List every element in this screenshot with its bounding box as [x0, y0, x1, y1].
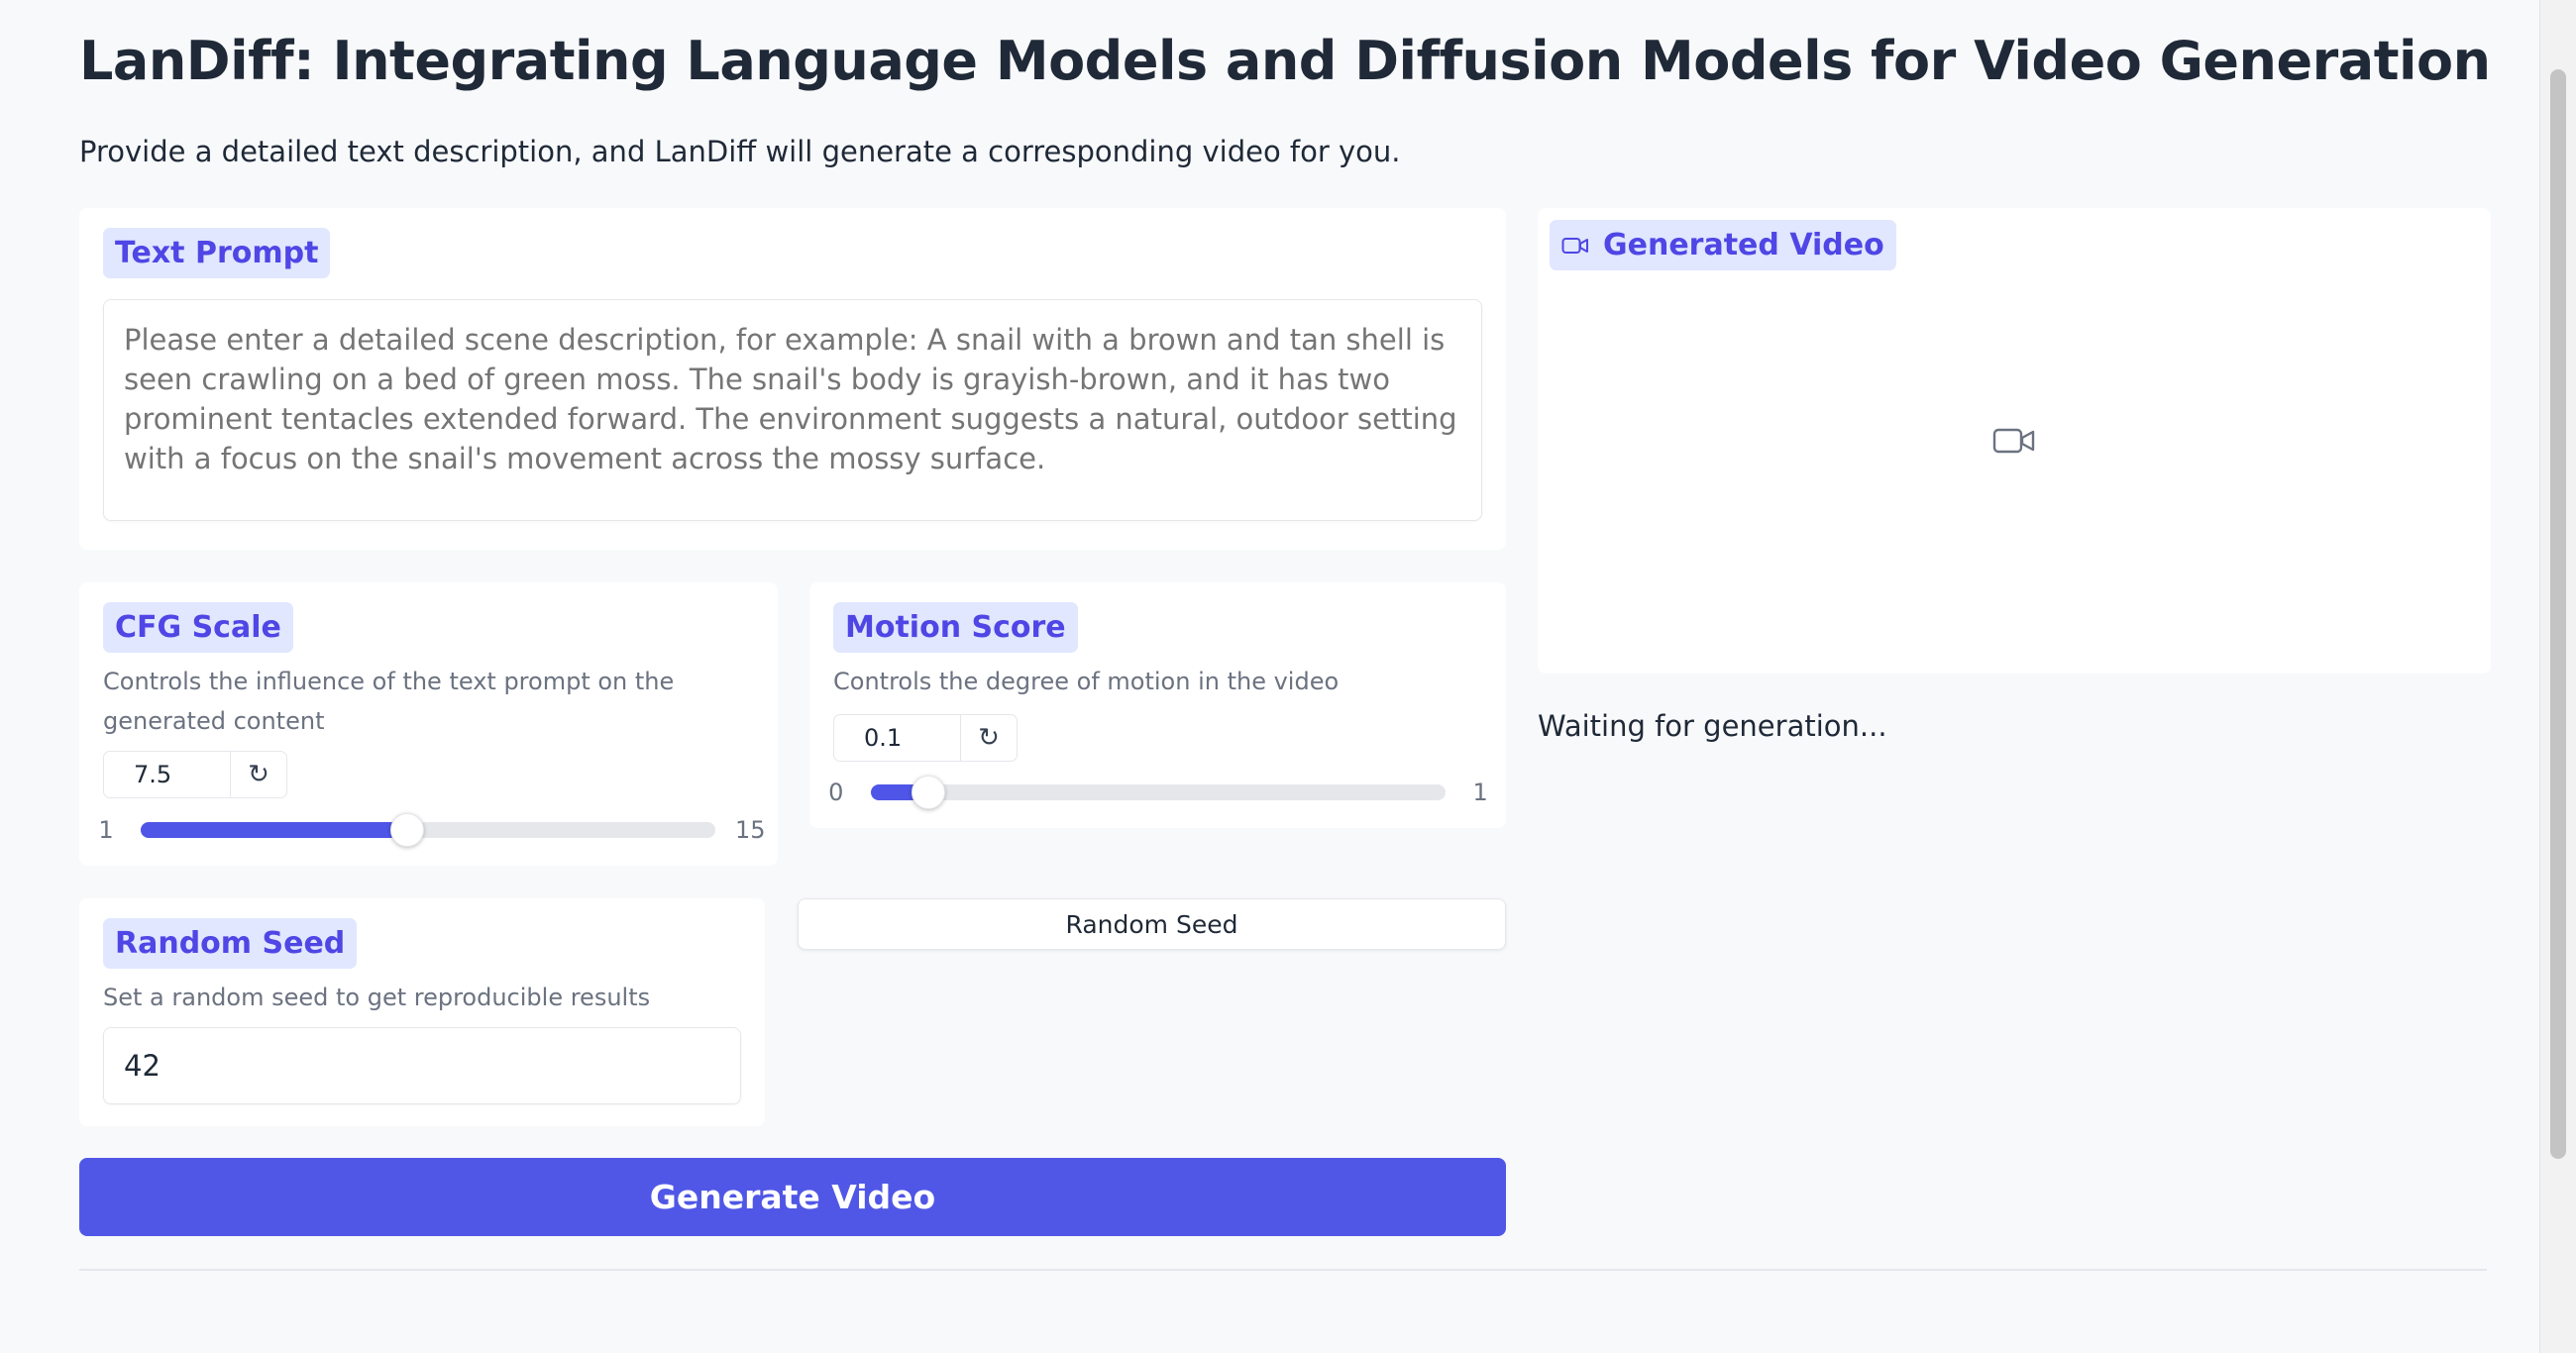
cfg-scale-slider-fill: [141, 822, 408, 838]
cfg-scale-label: CFG Scale: [103, 602, 293, 653]
page-subtitle: Provide a detailed text description, and…: [79, 135, 1401, 168]
cfg-scale-slider-track[interactable]: [141, 813, 715, 847]
cfg-scale-min-label: 1: [98, 816, 114, 844]
generated-video-label-chip: Generated Video: [1550, 220, 1896, 270]
reset-arrow-icon: ↻: [248, 760, 269, 789]
motion-score-number-box: 0.1 ↻: [833, 714, 1018, 762]
motion-score-number-input[interactable]: 0.1: [834, 715, 961, 761]
video-camera-icon: [1992, 428, 2035, 454]
generated-video-panel: Generated Video: [1538, 208, 2491, 674]
text-prompt-input[interactable]: [103, 299, 1482, 521]
motion-score-min-label: 0: [828, 779, 844, 806]
page-scrollbar[interactable]: [2539, 0, 2576, 1353]
page: LanDiff: Integrating Language Models and…: [0, 0, 2576, 1353]
cfg-scale-panel: CFG Scale Controls the influence of the …: [79, 582, 778, 866]
motion-score-max-label: 1: [1472, 779, 1488, 806]
cfg-scale-slider-row: 1 15: [91, 810, 766, 850]
text-prompt-panel: Text Prompt: [79, 208, 1506, 550]
footer-divider: [79, 1269, 2487, 1271]
cfg-scale-slider-thumb[interactable]: [390, 813, 425, 847]
page-title: LanDiff: Integrating Language Models and…: [79, 30, 2491, 92]
random-seed-info: Set a random seed to get reproducible re…: [103, 984, 651, 1011]
generated-video-label: Generated Video: [1603, 228, 1884, 262]
reset-arrow-icon: ↻: [978, 723, 1000, 753]
video-camera-icon: [1561, 237, 1588, 254]
random-seed-input[interactable]: 42: [103, 1027, 741, 1104]
random-seed-panel: Random Seed Set a random seed to get rep…: [79, 898, 765, 1126]
cfg-scale-reset-button[interactable]: ↻: [231, 752, 286, 797]
random-seed-label: Random Seed: [103, 918, 358, 969]
motion-score-reset-button[interactable]: ↻: [961, 715, 1017, 761]
motion-score-slider-row: 0 1: [821, 773, 1495, 812]
motion-score-slider-track[interactable]: [870, 776, 1447, 809]
cfg-scale-number-input[interactable]: 7.5: [104, 752, 231, 797]
cfg-scale-number-box: 7.5 ↻: [103, 751, 287, 798]
cfg-scale-info: Controls the influence of the text promp…: [103, 668, 675, 735]
motion-score-slider-thumb[interactable]: [911, 776, 945, 809]
page-scrollbar-thumb[interactable]: [2550, 69, 2566, 1159]
motion-score-label: Motion Score: [833, 602, 1078, 653]
motion-score-info: Controls the degree of motion in the vid…: [833, 668, 1340, 695]
generate-video-button[interactable]: Generate Video: [79, 1158, 1506, 1236]
random-seed-button[interactable]: Random Seed: [798, 898, 1506, 950]
text-prompt-label: Text Prompt: [103, 228, 331, 278]
motion-score-panel: Motion Score Controls the degree of moti…: [809, 582, 1506, 828]
generation-status: Waiting for generation...: [1538, 709, 1887, 743]
cfg-scale-max-label: 15: [735, 816, 766, 844]
